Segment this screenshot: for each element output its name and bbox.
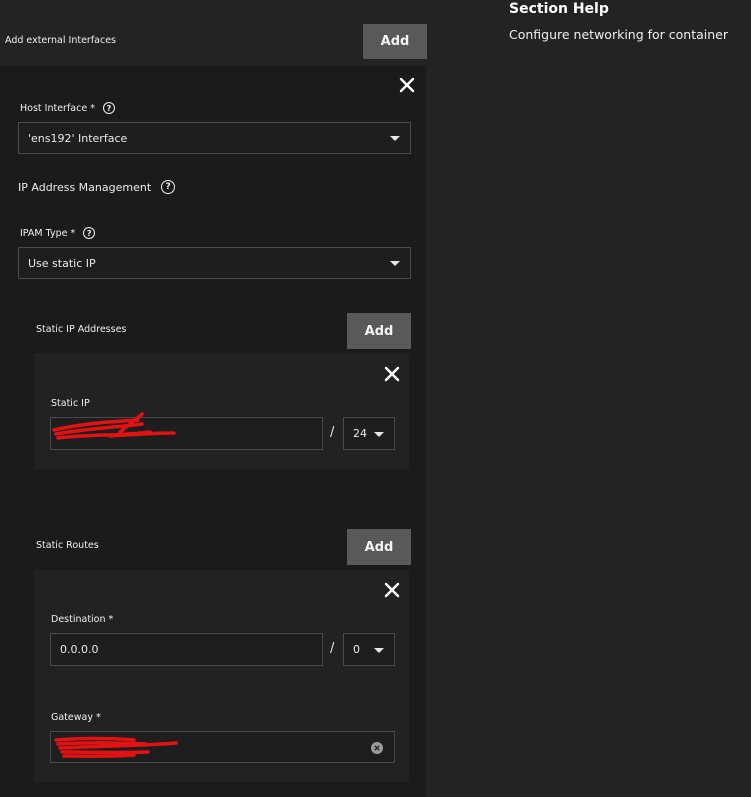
help-circle-icon[interactable]: ?	[161, 180, 176, 194]
external-interfaces-label: Add external Interfaces	[5, 35, 117, 46]
static-ip-netmask-value: 24	[353, 427, 367, 440]
static-ip-netmask-select[interactable]: 24	[343, 417, 395, 450]
destination-netmask-value: 0	[353, 643, 360, 656]
netmask-separator: /	[330, 425, 335, 440]
section-help-title: Section Help	[509, 1, 609, 17]
netmask-separator: /	[330, 641, 335, 656]
destination-label: Destination *	[51, 614, 114, 625]
ipam-type-label-text: IPAM Type *	[20, 227, 76, 239]
ipam-type-label: IPAM Type * ?	[20, 227, 96, 239]
close-icon[interactable]	[398, 76, 416, 94]
section-help-text: Configure networking for container	[509, 27, 729, 42]
close-icon[interactable]	[383, 365, 401, 383]
add-static-ip-button[interactable]: Add	[347, 313, 411, 349]
host-interface-label-text: Host Interface *	[20, 102, 95, 114]
static-routes-label: Static Routes	[36, 540, 99, 551]
chevron-down-icon	[390, 261, 400, 266]
add-external-interface-button[interactable]: Add	[363, 24, 427, 59]
ipam-type-select[interactable]: Use static IP	[18, 247, 411, 279]
destination-netmask-select[interactable]: 0	[343, 633, 395, 666]
host-interface-label: Host Interface * ?	[20, 102, 115, 114]
redaction-mark	[52, 412, 176, 440]
help-circle-icon[interactable]: ?	[102, 102, 115, 114]
clear-icon[interactable]	[371, 742, 383, 754]
chevron-down-icon	[374, 431, 384, 437]
ipam-type-value: Use static IP	[28, 256, 96, 270]
ipam-section-title-text: IP Address Management	[18, 180, 152, 194]
destination-value: 0.0.0.0	[60, 643, 99, 656]
chevron-down-icon	[390, 136, 400, 141]
close-icon[interactable]	[383, 581, 401, 599]
ipam-section-title: IP Address Management ?	[18, 180, 176, 194]
destination-input[interactable]: 0.0.0.0	[50, 633, 323, 666]
add-static-route-button[interactable]: Add	[347, 529, 411, 565]
help-circle-icon[interactable]: ?	[83, 227, 96, 239]
static-ip-label: Static IP	[51, 398, 90, 409]
chevron-down-icon	[374, 647, 384, 653]
host-interface-select[interactable]: 'ens192' Interface	[18, 122, 411, 154]
gateway-label: Gateway *	[51, 712, 101, 723]
redaction-mark	[54, 736, 178, 758]
host-interface-value: 'ens192' Interface	[28, 131, 128, 145]
static-ip-addresses-label: Static IP Addresses	[36, 324, 127, 335]
